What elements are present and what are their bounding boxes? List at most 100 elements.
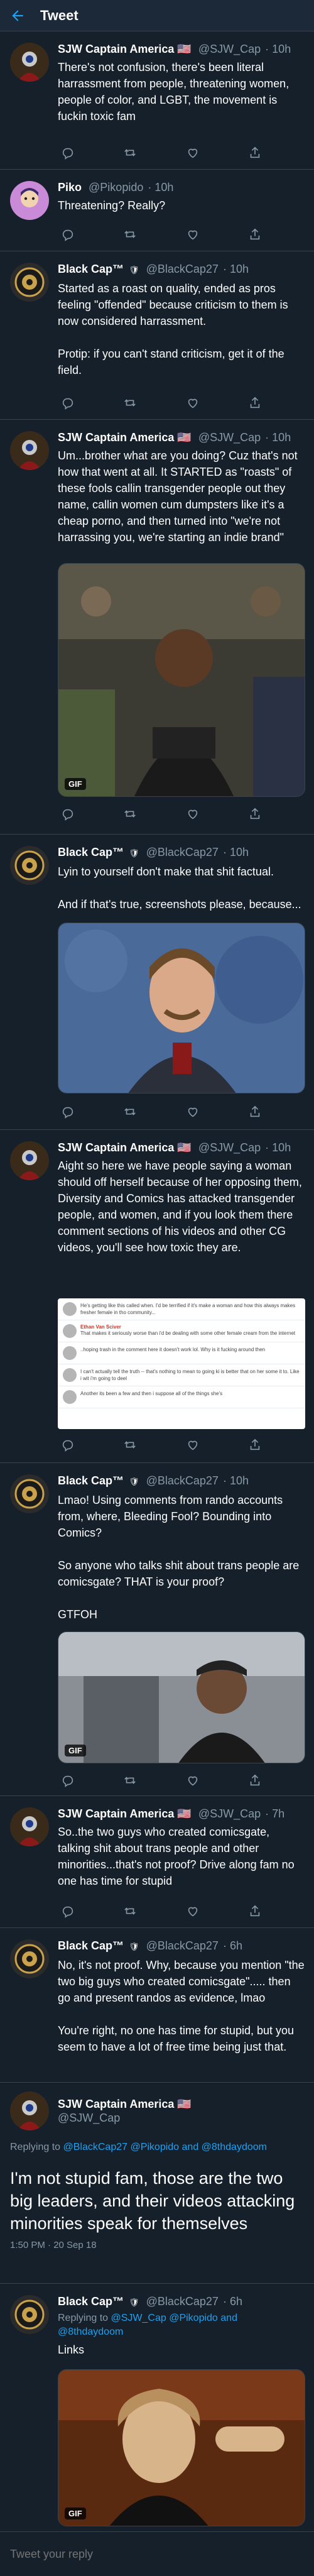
tweet[interactable]: Piko @Pikopido · 10h Threatening? Really… [0, 170, 314, 251]
reply-icon[interactable] [58, 143, 78, 162]
avatar[interactable] [10, 1807, 49, 1846]
gif-media[interactable]: GIF [58, 2369, 305, 2526]
display-name[interactable]: SJW Captain America [58, 1807, 174, 1820]
share-icon[interactable] [245, 1102, 265, 1121]
comment-row: I can't actually tell the truth -- that'… [58, 1364, 305, 1386]
image-media[interactable] [58, 923, 305, 1093]
handle[interactable]: @BlackCap27 [146, 2295, 219, 2308]
display-name[interactable]: SJW Captain America [58, 43, 174, 55]
tweet[interactable]: SJW Captain America 🇺🇸 @SJW_Cap · 7h So.… [0, 1796, 314, 1928]
avatar[interactable] [10, 846, 49, 885]
share-icon[interactable] [245, 393, 265, 412]
avatar[interactable] [10, 431, 49, 470]
tweet[interactable]: Black Cap™ 🛡 @BlackCap27 · 6h No, it's n… [0, 1928, 314, 2083]
like-icon[interactable] [183, 1771, 203, 1790]
share-icon[interactable] [245, 225, 265, 244]
retweet-icon[interactable] [120, 1435, 140, 1454]
handle[interactable]: @BlackCap27 [146, 1939, 219, 1952]
back-arrow-icon[interactable] [5, 3, 30, 28]
display-name[interactable]: SJW Captain America [58, 2098, 174, 2110]
retweet-icon[interactable] [120, 804, 140, 823]
retweet-icon[interactable] [120, 1102, 140, 1121]
tweet[interactable]: SJW Captain America 🇺🇸 @SJW_Cap · 10h Um… [0, 420, 314, 835]
reply-icon[interactable] [58, 1435, 78, 1454]
tweet[interactable]: Black Cap™ 🛡 @BlackCap27 · 6h Replying t… [0, 2284, 314, 2531]
retweet-icon[interactable] [120, 225, 140, 244]
share-icon[interactable] [245, 1771, 265, 1790]
display-name[interactable]: SJW Captain America [58, 1141, 174, 1154]
reply-icon[interactable] [58, 804, 78, 823]
display-name[interactable]: SJW Captain America [58, 431, 174, 444]
tweet-text: Um...brother what are you doing? Cuz tha… [58, 449, 301, 544]
retweet-icon[interactable] [120, 143, 140, 162]
handle[interactable]: @Pikopido [89, 181, 143, 194]
display-name[interactable]: Black Cap™ [58, 1939, 124, 1952]
handle[interactable]: @BlackCap27 [146, 1474, 219, 1487]
tweet[interactable]: Black Cap™ 🛡 @BlackCap27 · 10h Lmao! Usi… [0, 1463, 314, 1796]
retweet-icon[interactable] [120, 1902, 140, 1921]
reply-icon[interactable] [58, 1902, 78, 1921]
tweet-text: Threatening? Really? [58, 199, 166, 212]
shield-badge-icon: 🛡 [129, 1477, 139, 1486]
like-icon[interactable] [183, 225, 203, 244]
comment-text: I can't actually tell the truth -- that'… [80, 1369, 300, 1381]
like-icon[interactable] [183, 804, 203, 823]
handle[interactable]: @SJW_Cap [198, 431, 261, 444]
tweet[interactable]: Black Cap™ 🛡 @BlackCap27 · 10h Started a… [0, 251, 314, 420]
share-icon[interactable] [245, 143, 265, 162]
avatar[interactable] [10, 1474, 49, 1513]
avatar[interactable] [10, 1939, 49, 1978]
gif-media[interactable]: GIF [58, 563, 305, 797]
display-name[interactable]: Black Cap™ [58, 2295, 124, 2308]
tweet-text: There's not confusion, there's been lite… [58, 61, 293, 123]
gif-badge: GIF [65, 2507, 86, 2519]
retweet-icon[interactable] [120, 1771, 140, 1790]
tweet-header: SJW Captain America 🇺🇸 @SJW_Cap · 10h [58, 41, 305, 57]
reply-icon[interactable] [58, 393, 78, 412]
tweet[interactable]: SJW Captain America 🇺🇸 @SJW_Cap · 10h Ai… [0, 1130, 314, 1463]
avatar[interactable] [10, 181, 49, 220]
flag-icon: 🇺🇸 [177, 43, 192, 55]
embedded-screenshot[interactable]: He's getting like this called when. I'd … [58, 1298, 305, 1429]
avatar[interactable] [10, 43, 49, 82]
like-icon[interactable] [183, 1902, 203, 1921]
tweet-header: SJW Captain America 🇺🇸 @SJW_Cap · 10h [58, 1140, 305, 1155]
display-name[interactable]: Black Cap™ [58, 1474, 124, 1487]
retweet-icon[interactable] [120, 393, 140, 412]
avatar[interactable] [10, 2295, 49, 2334]
avatar[interactable] [10, 2091, 49, 2130]
handle[interactable]: @SJW_Cap [198, 1807, 261, 1820]
handle[interactable]: @SJW_Cap [198, 1141, 261, 1154]
replying-to-handles[interactable]: @BlackCap27 @Pikopido and @8thdaydoom [63, 2142, 267, 2152]
focused-tweet[interactable]: SJW Captain America 🇺🇸 @SJW_Cap Replying… [0, 2083, 314, 2284]
reply-input[interactable] [10, 2541, 304, 2567]
comment-text: ..hoping trash in the comment here it do… [80, 1347, 266, 1352]
handle[interactable]: @BlackCap27 [146, 263, 219, 275]
share-icon[interactable] [245, 804, 265, 823]
display-name[interactable]: Black Cap™ [58, 846, 124, 858]
gif-media[interactable]: GIF [58, 1631, 305, 1763]
like-icon[interactable] [183, 1102, 203, 1121]
flag-icon: 🇺🇸 [177, 1141, 192, 1154]
commenter-avatar [63, 1390, 77, 1404]
share-icon[interactable] [245, 1902, 265, 1921]
avatar[interactable] [10, 263, 49, 302]
display-name[interactable]: Piko [58, 181, 82, 194]
like-icon[interactable] [183, 143, 203, 162]
share-icon[interactable] [245, 1435, 265, 1454]
reply-icon[interactable] [58, 1102, 78, 1121]
handle[interactable]: @SJW_Cap [198, 43, 261, 55]
action-bar [58, 1771, 265, 1790]
commenter-name: Ethan Van Sciver [80, 1324, 121, 1330]
reply-icon[interactable] [58, 1771, 78, 1790]
like-icon[interactable] [183, 393, 203, 412]
reply-icon[interactable] [58, 225, 78, 244]
avatar[interactable] [10, 1141, 49, 1180]
commenter-avatar [63, 1346, 77, 1360]
tweet[interactable]: SJW Captain America 🇺🇸 @SJW_Cap · 10h Th… [0, 31, 314, 170]
handle[interactable]: @BlackCap27 [146, 846, 219, 858]
display-name[interactable]: Black Cap™ [58, 263, 124, 275]
tweet[interactable]: Black Cap™ 🛡 @BlackCap27 · 10h Lyin to y… [0, 835, 314, 1130]
handle[interactable]: @SJW_Cap [58, 2112, 305, 2125]
like-icon[interactable] [183, 1435, 203, 1454]
